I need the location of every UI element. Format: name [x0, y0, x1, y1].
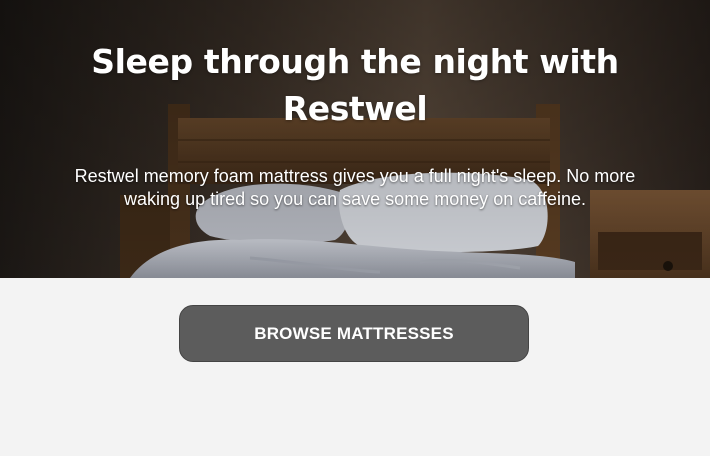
- hero-subtitle: Restwel memory foam mattress gives you a…: [74, 166, 636, 209]
- hero-section: Sleep through the night with Restwel Res…: [0, 0, 710, 278]
- browse-mattresses-button[interactable]: BROWSE MATTRESSES: [179, 305, 529, 362]
- landing-page: Sleep through the night with Restwel Res…: [0, 0, 710, 456]
- hero-title: Sleep through the night with Restwel: [91, 42, 619, 128]
